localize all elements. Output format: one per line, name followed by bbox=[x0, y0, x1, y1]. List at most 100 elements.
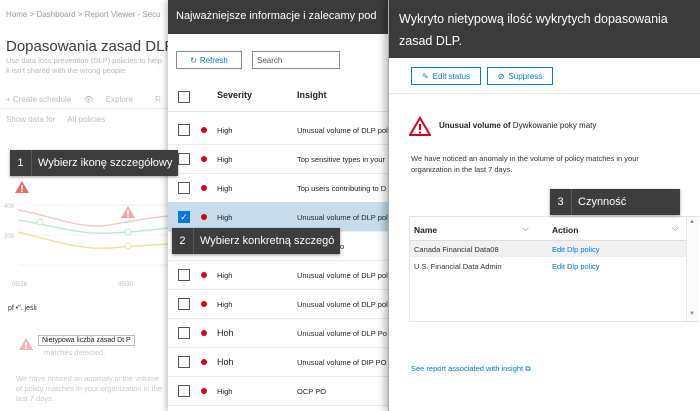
divider bbox=[389, 93, 700, 94]
table-row[interactable]: High Unusual volume of DLP poli bbox=[168, 289, 400, 319]
callout-number: 3 bbox=[550, 189, 572, 215]
edit-status-label: Edit status bbox=[432, 71, 471, 81]
see-report-label: See report associated with insight bbox=[411, 364, 524, 373]
table-row[interactable]: Hoh Unusual volume of DIP PO bbox=[168, 347, 400, 377]
x-tick-0526: 05/26 bbox=[12, 282, 28, 288]
row-checkbox[interactable] bbox=[178, 269, 190, 281]
flyout-header: Wykryto nietypową ilość wykrytych dopaso… bbox=[389, 0, 700, 58]
row-checkbox[interactable] bbox=[178, 182, 190, 194]
scroll-down-icon[interactable]: ▼ bbox=[689, 311, 695, 317]
alert-matches: matches detected. bbox=[44, 348, 106, 357]
divider bbox=[168, 111, 400, 112]
data-point[interactable] bbox=[36, 218, 44, 226]
refresh-button[interactable]: ↻ Refresh bbox=[176, 51, 242, 69]
severity-dot-icon bbox=[201, 359, 207, 365]
column-header-name[interactable]: Name bbox=[414, 225, 437, 235]
insight-cell[interactable]: Unusual volume of DLP poli bbox=[297, 271, 400, 280]
severity-cell: High bbox=[217, 271, 233, 280]
insight-cell[interactable]: OCP PO bbox=[297, 387, 400, 396]
insight-cell[interactable]: Unusual volume of DLP poli bbox=[297, 126, 400, 135]
insight-heading: Unusual volume of Dywkowanie poky maty bbox=[439, 121, 596, 130]
explore-label: Explore bbox=[105, 95, 133, 104]
column-header-action[interactable]: Action bbox=[552, 225, 578, 235]
column-header-severity[interactable]: Severity bbox=[217, 90, 252, 100]
table-row[interactable]: High Unusual volume of DLP poli bbox=[168, 260, 400, 290]
create-schedule-button[interactable]: + Create schedule bbox=[6, 95, 71, 104]
severity-cell: Hoh bbox=[217, 328, 234, 338]
column-header-insight[interactable]: Insight bbox=[297, 90, 327, 100]
row-checkbox[interactable] bbox=[178, 298, 190, 310]
severity-cell: High bbox=[217, 126, 233, 135]
command-bar: + Create schedule 👁 Explore R bbox=[6, 95, 171, 104]
row-checkbox[interactable] bbox=[178, 385, 190, 397]
table-row[interactable]: Hoh Unusual volume of DLP Po bbox=[168, 318, 400, 348]
more-button[interactable]: R bbox=[155, 95, 161, 104]
x-tick-0530: 05/30 bbox=[118, 282, 134, 288]
severity-dot-icon bbox=[201, 127, 207, 133]
insight-cell[interactable]: Unusual volume of DIP PO bbox=[297, 358, 400, 367]
chevron-down-icon[interactable]: ⌵ bbox=[672, 223, 679, 234]
callout-3: 3 Czynność bbox=[550, 189, 680, 215]
explore-button[interactable]: 👁 Explore bbox=[83, 95, 143, 104]
severity-cell: Hoh bbox=[217, 357, 234, 367]
severity-cell: High bbox=[217, 387, 233, 396]
table-row[interactable]: High Top users contributing to D bbox=[168, 173, 400, 203]
table-row[interactable]: High OCP PO bbox=[168, 376, 400, 406]
edit-dlp-policy-link[interactable]: Edit Dlp policy bbox=[552, 245, 600, 254]
data-point[interactable] bbox=[124, 228, 132, 236]
alert-text: We have noticed an anomaly in the volume… bbox=[16, 374, 162, 403]
row-checkbox[interactable] bbox=[178, 327, 190, 339]
table-row[interactable]: High Unusual volume of DLP poli bbox=[168, 115, 400, 145]
see-report-link[interactable]: See report associated with insight ⧉ bbox=[411, 364, 531, 374]
insight-cell[interactable]: Unusual volume of DLP Po bbox=[297, 329, 400, 338]
table-cell-name: U.S. Financial Data Admin bbox=[414, 262, 502, 271]
insights-panel: Najważniejsze informacje i zalecamy pod … bbox=[168, 0, 400, 411]
table-cell-name: Canada Financial Data08 bbox=[414, 245, 499, 254]
severity-dot-icon bbox=[201, 185, 207, 191]
scroll-up-icon[interactable]: ▲ bbox=[689, 219, 695, 225]
block-icon: ⊘ bbox=[497, 71, 505, 81]
severity-dot-icon bbox=[201, 156, 207, 162]
insight-cell[interactable]: Top sensitive types in your bbox=[297, 155, 400, 164]
table-row[interactable]: High Top sensitive types in your bbox=[168, 144, 400, 174]
severity-dot-icon bbox=[201, 301, 207, 307]
anomaly-description: We have noticed an anomaly in the volume… bbox=[411, 154, 639, 174]
severity-dot-icon bbox=[201, 214, 207, 220]
insight-cell[interactable]: Unusual volume of DLP poli bbox=[297, 213, 400, 222]
row-checkbox[interactable] bbox=[178, 153, 190, 165]
edit-dlp-policy-link[interactable]: Edit Dlp policy bbox=[552, 262, 600, 271]
edit-status-button[interactable]: ✎ Edit status bbox=[411, 67, 481, 85]
chevron-down-icon[interactable]: ⌵ bbox=[522, 223, 529, 234]
suppress-button[interactable]: ⊘ Suppress bbox=[487, 67, 553, 85]
search-input[interactable] bbox=[252, 51, 340, 69]
warning-icon[interactable] bbox=[14, 180, 30, 194]
warning-icon bbox=[409, 116, 431, 136]
insight-cell[interactable]: Top users contributing to D bbox=[297, 184, 400, 193]
insight-heading-rest: Dywkowanie poky maty bbox=[512, 121, 597, 130]
refresh-icon: ↻ bbox=[190, 55, 197, 65]
all-policies-value: All policies bbox=[67, 115, 106, 124]
flyout-title: Wykryto nietypową ilość wykrytych dopaso… bbox=[399, 12, 668, 48]
row-checkbox[interactable]: ✓ bbox=[178, 211, 190, 223]
show-data-filter[interactable]: Show data for All policies bbox=[6, 115, 105, 124]
breadcrumb[interactable]: Home > Dashboard > Report Viewer - Secu bbox=[6, 10, 161, 19]
severity-cell: High bbox=[217, 184, 233, 193]
severity-dot-icon bbox=[201, 330, 207, 336]
insight-cell[interactable]: Unusual volume of DLP poli bbox=[297, 300, 400, 309]
chart-caption: pf •". jeśli bbox=[8, 305, 37, 312]
callout-2: 2 Wybierz konkretną szczegó bbox=[172, 228, 340, 254]
policy-table: Name ⌵ Action ⌵ Canada Financial Data08 … bbox=[409, 216, 699, 322]
edit-icon: ✎ bbox=[421, 71, 429, 81]
row-checkbox[interactable] bbox=[178, 356, 190, 368]
warning-icon bbox=[19, 338, 33, 350]
select-all-checkbox[interactable] bbox=[178, 91, 190, 103]
series-line-yellow bbox=[17, 231, 168, 250]
callout-1: 1 Wybierz ikonę szczegółowy bbox=[10, 150, 178, 176]
row-checkbox[interactable] bbox=[178, 124, 190, 136]
alert-title-box: Nietypowa liczba zasad Dt P bbox=[38, 335, 135, 346]
severity-cell: High bbox=[217, 300, 233, 309]
warning-icon[interactable] bbox=[120, 205, 136, 219]
callout-text: Czynność bbox=[578, 196, 627, 208]
vertical-scrollbar[interactable]: ▲ ▼ bbox=[686, 217, 699, 321]
data-point[interactable] bbox=[124, 242, 132, 250]
